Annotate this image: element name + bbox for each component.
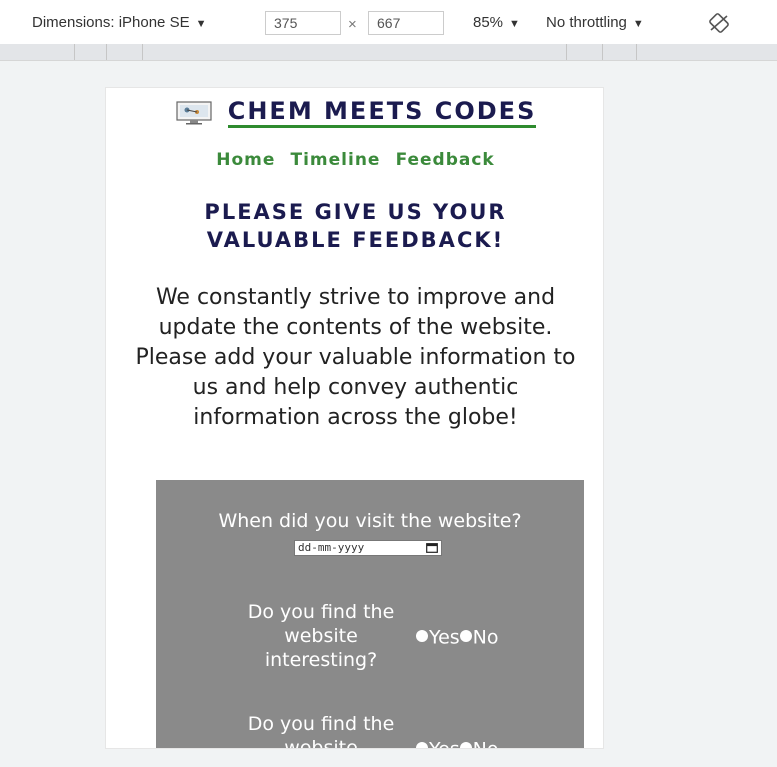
devtools-toolbar: Dimensions: iPhone SE ▼ 375 × 667 85% ▼ No…: [0, 0, 777, 47]
visit-date-label: When did you visit the website?: [218, 510, 522, 532]
site-title-link[interactable]: CHEM MEETS CODES: [227, 98, 537, 128]
chevron-down-icon: ▼: [509, 18, 520, 30]
device-label: Dimensions: iPhone SE: [32, 14, 190, 31]
second-radio-group: Yes No: [416, 738, 499, 749]
date-placeholder: dd-mm-yyyy: [298, 541, 365, 554]
yes-radio[interactable]: [416, 741, 428, 748]
visit-date-input[interactable]: dd-mm-yyyy: [294, 540, 442, 556]
height-input[interactable]: 667: [368, 11, 444, 35]
width-input[interactable]: 375: [265, 11, 341, 35]
throttling-label: No throttling: [546, 14, 627, 31]
interesting-radio-group: Yes No: [416, 626, 499, 649]
rotate-icon[interactable]: [708, 13, 730, 33]
zoom-dropdown[interactable]: 85% ▼: [473, 14, 520, 31]
no-radio[interactable]: [459, 629, 472, 642]
site-header: CHEM MEETS CODES: [106, 98, 603, 128]
media-query-ruler: [0, 44, 777, 61]
chevron-down-icon: ▼: [195, 18, 207, 30]
nav-link-home[interactable]: Home: [216, 150, 275, 170]
feedback-form: When did you visit the website? dd-mm-yy…: [156, 480, 584, 749]
nav-link-feedback[interactable]: Feedback: [396, 150, 495, 170]
intro-paragraph: We constantly strive to improve and upda…: [135, 285, 576, 430]
calendar-icon[interactable]: [426, 543, 438, 553]
main-nav: Home Timeline Feedback: [106, 150, 603, 170]
no-label: No: [473, 739, 499, 749]
no-radio[interactable]: [459, 741, 472, 748]
device-viewport: CHEM MEETS CODES Home Timeline Feedback …: [105, 87, 604, 749]
times-separator: ×: [348, 16, 357, 33]
page-heading: PLEASE GIVE US YOUR VALUABLE FEEDBACK!: [204, 200, 507, 252]
zoom-label: 85%: [473, 14, 504, 31]
yes-label: Yes: [429, 739, 460, 749]
no-label: No: [472, 626, 499, 649]
chevron-down-icon: ▼: [632, 18, 644, 30]
yes-label: Yes: [429, 626, 460, 649]
yes-radio[interactable]: [416, 629, 428, 642]
throttling-dropdown[interactable]: No throttling ▼: [546, 14, 644, 31]
interesting-question-label: Do you find the website interesting?: [247, 601, 395, 671]
device-dropdown[interactable]: Dimensions: iPhone SE ▼: [32, 14, 206, 31]
chem-logo-icon[interactable]: [175, 100, 213, 126]
nav-link-timeline[interactable]: Timeline: [291, 150, 381, 170]
second-question-label: Do you find the website: [247, 713, 395, 749]
